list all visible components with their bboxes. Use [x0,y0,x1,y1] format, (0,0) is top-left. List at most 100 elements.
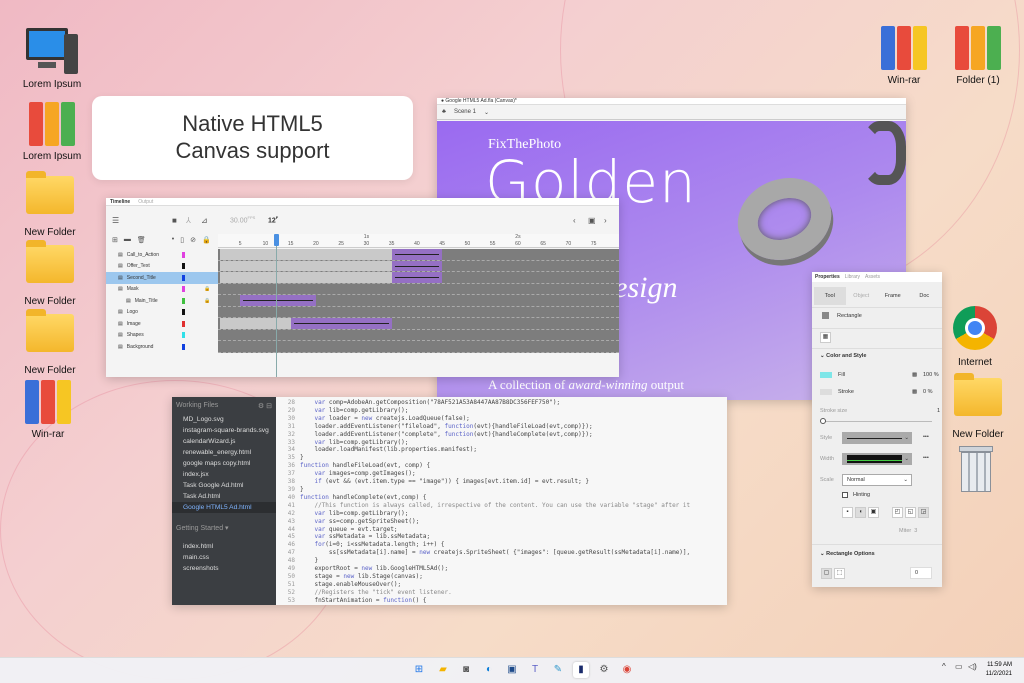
desktop-icon-new-folder[interactable]: New Folder [10,239,90,307]
chevron-down-icon[interactable]: ⌄ [484,109,489,116]
motion-tween[interactable] [290,318,392,329]
layer-track[interactable] [218,295,619,307]
working-file-item[interactable]: calendarWizard.js [172,436,276,447]
layer-parent-icon[interactable]: ⅄ [186,216,191,225]
corner-individual-icon[interactable]: ⬚ [834,568,845,579]
corner-locked-icon[interactable]: ▢ [821,568,832,579]
static-frames[interactable] [220,272,392,283]
stroke-size-slider[interactable] [820,418,932,424]
layer-track[interactable] [218,341,619,353]
layer-color-swatch[interactable] [182,263,185,270]
layer-color-swatch[interactable] [182,332,185,339]
motion-tween[interactable] [391,249,443,260]
layer-color-swatch[interactable] [182,297,185,304]
layer-color-swatch[interactable] [182,343,185,350]
layers-icon[interactable]: ☰ [112,216,119,225]
layer-track[interactable] [218,283,619,295]
layer-color-swatch[interactable] [182,251,185,258]
layer-track[interactable] [218,329,619,341]
store-icon[interactable]: ▣ [504,662,520,678]
desktop-icon-winrar[interactable]: Win-rar [8,378,88,440]
project-file-item[interactable]: index.html [172,541,276,552]
width-profile-select[interactable]: ⌄ [842,453,912,465]
layer-track[interactable] [218,260,619,272]
outline-icon[interactable]: ▯ [180,236,184,244]
layer-track[interactable] [218,272,619,284]
volume-icon[interactable]: ◁) [968,662,977,671]
layer-track[interactable] [218,306,619,318]
desktop-icon-internet[interactable]: Internet [935,306,1015,368]
frame-display[interactable]: 12F [268,215,278,224]
layer-color-swatch[interactable] [182,320,185,327]
tab-properties[interactable]: Properties [815,274,840,280]
desktop-icon-folder-1[interactable]: Folder (1) [938,24,1018,86]
static-frames[interactable] [220,318,291,329]
working-file-item[interactable]: renewable_energy.html [172,447,276,458]
project-file-item[interactable]: screenshots [172,563,276,574]
scene-icon[interactable]: ♣ [442,109,446,115]
desktop-icon-new-folder[interactable]: New Folder [10,170,90,238]
layer-row[interactable]: ▤ Offer_Text [106,261,218,273]
stroke-size-value[interactable]: 1 [937,408,940,414]
layer-track[interactable] [218,318,619,330]
layer-row[interactable]: ▤ Call_to_Action [106,249,218,261]
subtab-doc[interactable]: Doc [909,293,941,299]
lock-icon[interactable]: 🔒 [204,298,210,304]
clock[interactable]: 11:59 AM 11/2/2021 [986,661,1012,679]
layer-row[interactable]: ▤ Image [106,318,218,330]
section-color-style[interactable]: Color and Style [826,353,866,359]
highlight-icon[interactable]: • [172,236,174,244]
miter-value[interactable]: 3 [914,528,917,534]
getting-started-header[interactable]: Getting Started ▾ [172,519,276,537]
document-tab[interactable]: ● Google HTML5 Ad.fla (Canvas)* [437,98,906,105]
cap-square-icon[interactable]: ▣ [868,507,879,518]
working-file-item[interactable]: Task Ad.html [172,491,276,502]
corner-radius-input[interactable]: 0 [910,567,932,579]
join-bevel-icon[interactable]: ◲ [918,507,929,518]
new-layer-icon[interactable]: ⊞ [112,236,118,244]
delete-icon[interactable]: 🗑 [137,236,146,244]
tab-library[interactable]: Library [845,274,860,280]
layer-color-swatch[interactable] [182,309,185,316]
visibility-icon[interactable]: ⊘ [190,236,196,244]
fill-alpha[interactable]: 100 % [923,372,939,378]
start-icon[interactable]: ⊞ [411,662,427,678]
tab-assets[interactable]: Assets [865,274,880,280]
settings-icon[interactable]: ⚙ [596,662,612,678]
desktop-icon-winrar[interactable]: Win-rar [864,24,944,86]
gear-icon[interactable]: ⚙ ⊟ [258,402,272,410]
layer-row[interactable]: ▤ Main_Title 🔒 [106,295,218,307]
motion-tween[interactable] [391,260,443,271]
working-file-item[interactable]: instagram-square-brands.svg [172,425,276,436]
camera-icon[interactable]: ◙ [458,662,474,678]
playhead[interactable] [273,234,279,377]
layer-row[interactable]: ▤ Shapes [106,330,218,342]
new-folder-icon[interactable]: ▬ [124,236,131,244]
desktop-icon-new-folder[interactable]: New Folder [938,372,1018,440]
tab-output[interactable]: Output [134,198,157,205]
more-icon[interactable]: ••• [923,455,929,461]
fps-display[interactable]: 30.00FPS [230,215,255,224]
layer-track[interactable] [218,249,619,261]
motion-tween[interactable] [391,272,443,283]
subtab-tool[interactable]: Tool [814,287,846,305]
code-lines[interactable]: 28 var comp=AdobeAn.getComposition("78AF… [276,397,727,605]
layer-color-swatch[interactable] [182,286,185,293]
edge-icon[interactable]: ◐ [481,662,497,678]
project-file-item[interactable]: main.css [172,552,276,563]
graph-icon[interactable]: ⊿ [201,216,208,225]
stroke-alpha[interactable]: 0 % [923,389,932,395]
stroke-swatch[interactable] [820,389,832,395]
stroke-style-select[interactable]: ⌄ [842,432,912,444]
more-icon[interactable]: ••• [923,434,929,440]
tab-timeline[interactable]: Timeline [106,198,134,205]
scale-select[interactable]: Normal ⌄ [842,474,912,486]
desktop-icon-new-folder[interactable]: New Folder [10,308,90,376]
section-rectangle-options[interactable]: Rectangle Options [826,551,875,557]
join-miter-icon[interactable]: ◰ [892,507,903,518]
motion-tween[interactable] [240,295,316,306]
join-round-icon[interactable]: ◱ [905,507,916,518]
paint-icon[interactable]: ✎ [550,662,566,678]
chevron-right-icon[interactable]: › [604,216,607,225]
subtab-frame[interactable]: Frame [877,293,909,299]
